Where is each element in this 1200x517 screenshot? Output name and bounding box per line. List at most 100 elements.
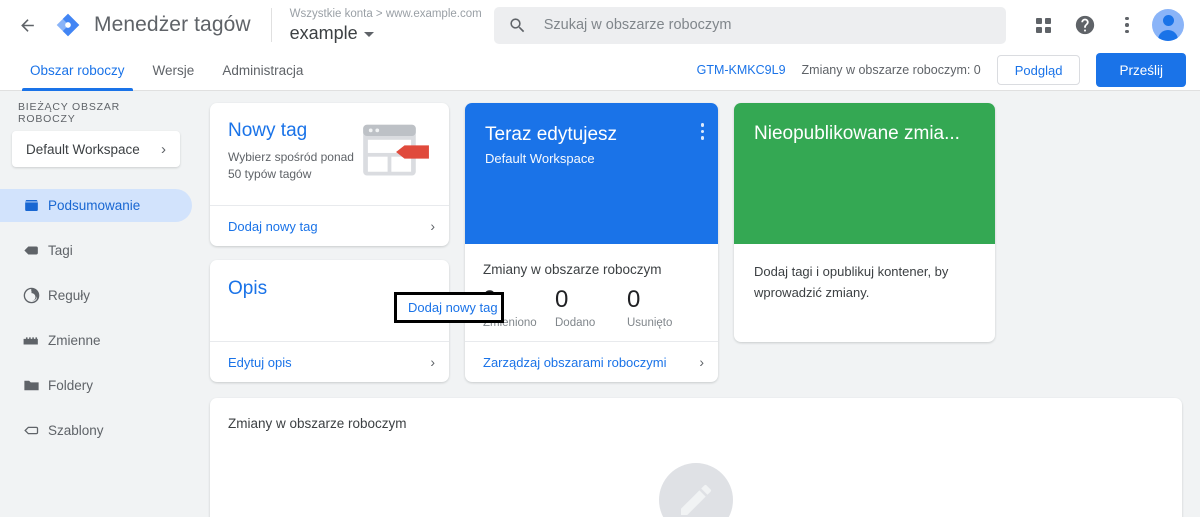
sidebar-item-podsumowanie[interactable]: Podsumowanie bbox=[0, 189, 192, 222]
workspace-name: Default Workspace bbox=[26, 141, 140, 157]
tag-manager-logo bbox=[48, 5, 88, 45]
account-selector[interactable]: Wszystkie konta > www.example.com exampl… bbox=[290, 7, 482, 44]
workspace-stats-row: 0 Zmieniono 0 Dodano 0 Usunięto bbox=[483, 285, 700, 329]
tab-workspace[interactable]: Obszar roboczy bbox=[16, 50, 139, 91]
sidebar-item-zmienne[interactable]: Zmienne bbox=[0, 324, 192, 357]
edit-pencil-icon bbox=[659, 463, 733, 517]
header-divider bbox=[270, 8, 272, 42]
help-circle-icon bbox=[1075, 15, 1095, 35]
help-button[interactable] bbox=[1068, 8, 1102, 42]
tab-admin-label: Administracja bbox=[222, 62, 304, 78]
breadcrumb: Wszystkie konta > www.example.com bbox=[289, 7, 482, 20]
tab-versions[interactable]: Wersje bbox=[139, 50, 209, 90]
container-id-link[interactable]: GTM-KMKC9L9 bbox=[697, 63, 786, 77]
search-placeholder: Szukaj w obszarze roboczym bbox=[543, 17, 732, 33]
sidebar-nav: Podsumowanie Tagi Reguły Zmienne Foldery… bbox=[0, 189, 192, 447]
chevron-right-icon: › bbox=[430, 354, 435, 370]
tag-manager-app: Menedżer tagów Wszystkie konta > www.exa… bbox=[0, 0, 1200, 517]
header-actions bbox=[1026, 8, 1184, 42]
description-card-footer[interactable]: Edytuj opis › bbox=[210, 341, 449, 382]
add-new-tag-link[interactable]: Dodaj nowy tag bbox=[228, 219, 318, 234]
tabs: Obszar roboczy Wersje Administracja bbox=[16, 50, 317, 91]
variable-icon bbox=[22, 331, 48, 350]
unpublished-changes-body: Dodaj tagi i opublikuj kontener, by wpro… bbox=[734, 244, 995, 342]
container-box-icon bbox=[22, 196, 48, 215]
sidebar-item-szablony[interactable]: Szablony bbox=[0, 414, 192, 447]
cards-column-right: Nieopublikowane zmia... Dodaj tagi i opu… bbox=[734, 103, 995, 342]
sidebar-item-label: Szablony bbox=[48, 423, 104, 438]
new-tag-subtitle: Wybierz spośród ponad 50 typów tagów bbox=[228, 149, 354, 183]
submit-button[interactable]: Prześlij bbox=[1096, 53, 1186, 87]
sidebar-section-label: BIEŻĄCY OBSZAR ROBOCZY bbox=[18, 101, 121, 125]
page-body: BIEŻĄCY OBSZAR ROBOCZY Default Workspace… bbox=[0, 91, 1200, 517]
folder-icon bbox=[22, 376, 48, 395]
new-tag-card-footer[interactable]: Dodaj nowy tag › bbox=[210, 205, 449, 246]
unpublished-changes-header: Nieopublikowane zmia... bbox=[734, 103, 995, 244]
stat-added-value: 0 bbox=[555, 286, 569, 313]
more-options-button[interactable] bbox=[1110, 8, 1144, 42]
chevron-right-icon: › bbox=[699, 354, 704, 370]
new-tag-title: Nowy tag bbox=[228, 120, 308, 141]
edit-description-link[interactable]: Edytuj opis bbox=[228, 355, 292, 370]
sidebar-item-label: Tagi bbox=[48, 243, 73, 258]
manage-workspaces-link[interactable]: Zarządzaj obszarami roboczymi bbox=[483, 355, 667, 370]
workspace-changes-status: Zmiany w obszarze roboczym: 0 bbox=[801, 63, 981, 77]
workspace-selector[interactable]: Default Workspace › bbox=[12, 131, 180, 167]
sidebar-item-label: Reguły bbox=[48, 288, 91, 303]
avatar[interactable] bbox=[1152, 9, 1184, 41]
tab-bar-actions: GTM-KMKC9L9 Zmiany w obszarze roboczym: … bbox=[697, 50, 1200, 90]
workspace-changes-card-title: Zmiany w obszarze roboczym bbox=[228, 416, 407, 431]
chevron-right-icon: › bbox=[430, 218, 435, 234]
tab-workspace-label: Obszar roboczy bbox=[30, 62, 125, 78]
sidebar-item-reguly[interactable]: Reguły bbox=[0, 279, 192, 312]
browser-tag-illustration bbox=[363, 124, 429, 176]
tab-admin[interactable]: Administracja bbox=[208, 50, 317, 90]
add-new-tag-highlight[interactable]: Dodaj nowy tag bbox=[394, 292, 504, 323]
apps-grid-icon bbox=[1035, 17, 1051, 33]
arrow-left-icon bbox=[20, 18, 34, 32]
preview-button[interactable]: Podgląd bbox=[996, 55, 1081, 85]
currently-editing-menu-button[interactable] bbox=[700, 123, 704, 244]
new-tag-subtitle-line2: 50 typów tagów bbox=[228, 167, 312, 181]
main-content: Nowy tag Wybierz spośród ponad 50 typów … bbox=[192, 91, 1200, 517]
stat-deleted-label: Usunięto bbox=[627, 317, 673, 329]
new-tag-card: Nowy tag Wybierz spośród ponad 50 typów … bbox=[210, 103, 449, 246]
tag-icon bbox=[22, 241, 48, 260]
workspace-stats-title: Zmiany w obszarze roboczym bbox=[483, 262, 662, 277]
back-button[interactable] bbox=[10, 8, 44, 42]
new-tag-subtitle-line1: Wybierz spośród ponad bbox=[228, 150, 354, 164]
cards-column-left: Nowy tag Wybierz spośród ponad 50 typów … bbox=[210, 103, 449, 382]
cards-column-middle: Teraz edytujesz Default Workspace Zmiany… bbox=[465, 103, 718, 382]
workspace-changes-card: Zmiany w obszarze roboczym bbox=[210, 398, 1182, 517]
sidebar-item-foldery[interactable]: Foldery bbox=[0, 369, 192, 402]
container-name: example bbox=[289, 22, 358, 43]
template-tag-icon bbox=[22, 421, 48, 440]
overview-cards: Nowy tag Wybierz spośród ponad 50 typów … bbox=[192, 103, 1200, 382]
stat-deleted-value: 0 bbox=[627, 286, 641, 313]
currently-editing-header: Teraz edytujesz Default Workspace bbox=[465, 103, 718, 244]
chevron-right-icon: › bbox=[161, 140, 166, 158]
brand-title: Menedżer tagów bbox=[94, 13, 251, 36]
tab-bar: Obszar roboczy Wersje Administracja GTM-… bbox=[0, 50, 1200, 91]
unpublished-changes-title: Nieopublikowane zmia... bbox=[754, 123, 960, 144]
sidebar: BIEŻĄCY OBSZAR ROBOCZY Default Workspace… bbox=[0, 91, 192, 517]
unpublished-changes-card: Nieopublikowane zmia... Dodaj tagi i opu… bbox=[734, 103, 995, 342]
sidebar-item-label: Zmienne bbox=[48, 333, 101, 348]
search-input[interactable]: Szukaj w obszarze roboczym bbox=[493, 6, 1006, 44]
new-tag-body: Nowy tag Wybierz spośród ponad 50 typów … bbox=[210, 103, 449, 205]
sidebar-item-tagi[interactable]: Tagi bbox=[0, 234, 192, 267]
sidebar-item-label: Podsumowanie bbox=[48, 198, 141, 213]
unpublished-changes-text: Dodaj tagi i opublikuj kontener, by wpro… bbox=[754, 264, 949, 300]
stat-deleted: 0 Usunięto bbox=[627, 285, 699, 329]
currently-editing-title: Teraz edytujesz bbox=[485, 124, 618, 145]
stat-added-label: Dodano bbox=[555, 317, 596, 329]
search-icon bbox=[510, 17, 524, 32]
more-vertical-icon bbox=[1125, 16, 1129, 34]
add-new-tag-highlight-label: Dodaj nowy tag bbox=[408, 300, 498, 315]
apps-grid-button[interactable] bbox=[1026, 8, 1060, 42]
tab-versions-label: Wersje bbox=[152, 62, 195, 78]
manage-workspaces-footer[interactable]: Zarządzaj obszarami roboczymi › bbox=[465, 341, 718, 382]
stat-added: 0 Dodano bbox=[555, 285, 627, 329]
app-header: Menedżer tagów Wszystkie konta > www.exa… bbox=[0, 0, 1200, 50]
container-selector[interactable]: example bbox=[290, 22, 482, 44]
